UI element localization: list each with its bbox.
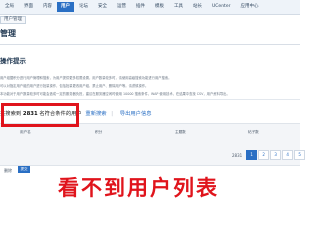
annotation-caption: 看不到用户列表 [58, 175, 219, 200]
top-nav: 全局 界面 内容 用户 论坛 安全 运营 插件 模板 工具 站长 UCenter… [0, 0, 300, 15]
tip-line: 可以对指定用户组的用户进行批量操作，包括批量更改用户组、禁止用户、删除用户等。请… [0, 84, 149, 88]
export-link[interactable]: 导出用户信息 [120, 111, 152, 117]
nav-tab-templates[interactable]: 模板 [150, 0, 169, 14]
page-5-link[interactable]: 5 [294, 150, 306, 160]
submit-button[interactable]: 提交 [18, 166, 30, 173]
nav-tab-security[interactable]: 安全 [93, 0, 112, 14]
nav-tab-tools[interactable]: 工具 [169, 0, 188, 14]
annotation-highlight-box [1, 103, 79, 127]
column-header-posts: 帖子数 [248, 130, 259, 134]
divider [0, 44, 300, 45]
column-header-username: 用户名 [20, 130, 31, 134]
column-header-threads: 主题数 [175, 130, 186, 134]
research-link[interactable]: 重新搜索 [85, 111, 106, 117]
bottom-action-label: 删除 [4, 168, 12, 173]
nav-tab-interface[interactable]: 界面 [19, 0, 38, 14]
nav-tab-ucenter[interactable]: UCenter [207, 0, 235, 14]
nav-tab-forum[interactable]: 论坛 [74, 0, 93, 14]
nav-tab-users[interactable]: 用户 [57, 2, 74, 12]
nav-tab-content[interactable]: 内容 [38, 0, 57, 14]
breadcrumb-current[interactable]: 用户管理 [0, 15, 26, 24]
tip-line: 用户组据积分进行用户管理和搜索，为用户提供更多权限设置，用户数量较多时，请使用高… [0, 76, 172, 80]
nav-tab-admin[interactable]: 站长 [188, 0, 207, 14]
nav-tab-plugins[interactable]: 插件 [131, 0, 150, 14]
link-separator: | [111, 111, 114, 117]
page-3-link[interactable]: 3 [270, 150, 282, 160]
nav-tab-operation[interactable]: 运营 [112, 0, 131, 14]
pagination: 2831 1 2 3 4 5 [232, 150, 306, 160]
breadcrumb: 用户管理 [0, 15, 300, 24]
pagination-total: 2831 [232, 152, 243, 158]
divider [0, 99, 300, 100]
nav-tab-app-center[interactable]: 应用中心 [235, 0, 263, 14]
nav-tab-global[interactable]: 全局 [0, 0, 19, 14]
column-header-credits: 积分 [95, 130, 103, 134]
page-1-link[interactable]: 1 [246, 150, 258, 160]
page-2-link[interactable]: 2 [258, 150, 270, 160]
tip-line: 本功能对于用户数量较多时可能会造成一定的服务器负担，建议在服务器空闲时使用 10… [0, 92, 230, 96]
page-title: 管理 [0, 29, 16, 38]
page-4-link[interactable]: 4 [282, 150, 294, 160]
tips-title: 操作提示 [0, 57, 26, 65]
